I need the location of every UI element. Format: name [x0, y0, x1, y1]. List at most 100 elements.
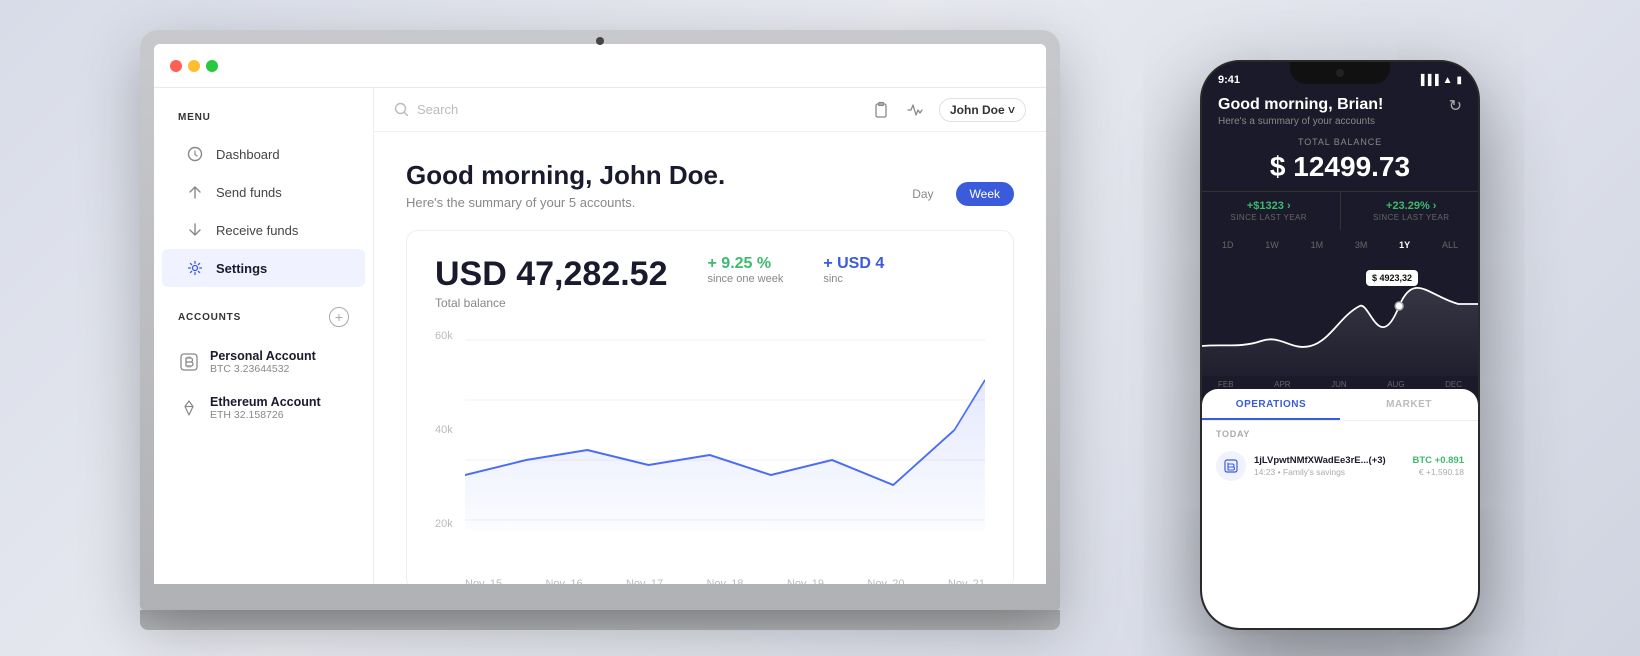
accounts-header: ACCOUNTS + [154, 307, 373, 327]
chart-svg [465, 330, 985, 530]
chart-tab-1d[interactable]: 1D [1218, 238, 1238, 252]
chart-tab-3m[interactable]: 3M [1351, 238, 1372, 252]
laptop-screen: MENU Dashboard [154, 44, 1046, 584]
bitcoin-icon [178, 351, 200, 373]
stat-blue-label: sinc [823, 273, 884, 285]
total-balance-label: TOTAL BALANCE [1218, 137, 1462, 147]
status-time: 9:41 [1218, 74, 1240, 86]
search-bar[interactable]: Search [394, 102, 859, 117]
total-balance-amount: $ 12499.73 [1218, 151, 1462, 183]
sidebar-item-receive-funds[interactable]: Receive funds [162, 211, 365, 249]
x-label-jun: JUN [1331, 380, 1347, 389]
diamond-icon [178, 397, 200, 419]
chart-header: USD 47,282.52 Total balance + 9.25 % sin… [435, 255, 985, 310]
sidebar-item-send-funds[interactable]: Send funds [162, 173, 365, 211]
phone-chart-svg [1202, 256, 1478, 376]
bstat-label-1: SINCE LAST YEAR [1341, 213, 1479, 222]
chart-card: USD 47,282.52 Total balance + 9.25 % sin… [406, 230, 1014, 584]
x-label-3: Nov. 18 [706, 578, 743, 584]
gear-icon [186, 259, 204, 277]
phone-chart-xaxis: FEB APR JUN AUG DEC [1202, 380, 1478, 389]
phone-chart-area: $ 4923,32 [1202, 256, 1478, 376]
period-selector: Day Week [898, 182, 1014, 206]
activity-icon[interactable] [905, 100, 925, 120]
x-label-dec: DEC [1445, 380, 1462, 389]
ethereum-account-sub: ETH 32.158726 [210, 409, 321, 421]
topbar: Search [374, 88, 1046, 132]
balance-stat-0: +$1323 › SINCE LAST YEAR [1202, 192, 1341, 230]
account-item-ethereum[interactable]: Ethereum Account ETH 32.158726 [154, 385, 373, 431]
search-placeholder: Search [417, 102, 458, 117]
today-label: TODAY [1202, 421, 1478, 443]
phone-tab-market[interactable]: MARKET [1340, 389, 1478, 420]
x-label-aug: AUG [1387, 380, 1404, 389]
status-icons: ▐▐▐ ▲ ▮ [1417, 75, 1462, 86]
sidebar-item-dashboard-label: Dashboard [216, 147, 280, 162]
sidebar: MENU Dashboard [154, 88, 374, 584]
arrow-up-icon [186, 183, 204, 201]
tx-sub: 14:23 • Family's savings [1254, 467, 1405, 477]
minimize-button[interactable] [188, 60, 200, 72]
bstat-val-0: +$1323 › [1202, 200, 1340, 212]
x-label-4: Nov. 19 [787, 578, 824, 584]
search-icon [394, 102, 409, 117]
stat-blue-value: + USD 4 [823, 255, 884, 273]
traffic-lights [170, 60, 218, 72]
content-area: Good morning, John Doe. Here's the summa… [374, 132, 1046, 584]
user-menu[interactable]: John Doe ˅ [939, 98, 1026, 122]
battery-icon: ▮ [1456, 75, 1462, 86]
chart-x-labels: Nov. 15 Nov. 16 Nov. 17 Nov. 18 Nov. 19 … [465, 578, 985, 584]
phone-tab-operations[interactable]: OPERATIONS [1202, 389, 1340, 420]
chart-tab-all[interactable]: ALL [1438, 238, 1462, 252]
sidebar-item-settings[interactable]: Settings [162, 249, 365, 287]
balance-label: Total balance [435, 296, 668, 310]
phone-camera [1336, 69, 1344, 77]
chart-y-labels: 60k 40k 20k [435, 330, 453, 530]
close-button[interactable] [170, 60, 182, 72]
sidebar-item-dashboard[interactable]: Dashboard [162, 135, 365, 173]
sidebar-item-receive-label: Receive funds [216, 223, 298, 238]
tx-icon [1216, 451, 1246, 481]
phone-bottom-tabs: OPERATIONS MARKET [1202, 389, 1478, 421]
maximize-button[interactable] [206, 60, 218, 72]
stat-green-value: + 9.25 % [708, 255, 784, 273]
accounts-label: ACCOUNTS [178, 312, 241, 323]
phone-header: Good morning, Brian! Here's a summary of… [1202, 90, 1478, 137]
x-label-0: Nov. 15 [465, 578, 502, 584]
chart-tab-1y[interactable]: 1Y [1395, 238, 1414, 252]
x-label-5: Nov. 20 [867, 578, 904, 584]
menu-label: MENU [154, 112, 373, 123]
chart-tab-1m[interactable]: 1M [1307, 238, 1328, 252]
stat-green-label: since one week [708, 273, 784, 285]
account-item-personal[interactable]: Personal Account BTC 3.23644532 [154, 339, 373, 385]
period-week-button[interactable]: Week [956, 182, 1014, 206]
clock-icon [186, 145, 204, 163]
chart-tab-1w[interactable]: 1W [1261, 238, 1283, 252]
tx-address: 1jLVpwtNMfXWadEe3rE...(+3) [1254, 455, 1405, 466]
phone-balance-section: TOTAL BALANCE $ 12499.73 [1202, 137, 1478, 191]
arrow-down-icon [186, 221, 204, 239]
y-label-20k: 20k [435, 518, 453, 530]
tx-info: 1jLVpwtNMfXWadEe3rE...(+3) 14:23 • Famil… [1254, 455, 1405, 477]
x-label-6: Nov. 21 [948, 578, 985, 584]
transaction-item-0[interactable]: 1jLVpwtNMfXWadEe3rE...(+3) 14:23 • Famil… [1202, 443, 1478, 489]
ethereum-account-name: Ethereum Account [210, 395, 321, 409]
app-titlebar [154, 44, 1046, 88]
bstat-label-0: SINCE LAST YEAR [1202, 213, 1340, 222]
add-account-button[interactable]: + [329, 307, 349, 327]
laptop-base [140, 610, 1060, 630]
personal-account-name: Personal Account [210, 349, 316, 363]
refresh-icon[interactable]: ↻ [1449, 96, 1462, 116]
phone-greeting-sub: Here's a summary of your accounts [1218, 116, 1383, 127]
tx-currency: BTC +0.891 [1413, 455, 1465, 466]
app-body: MENU Dashboard [154, 88, 1046, 584]
clipboard-icon[interactable] [871, 100, 891, 120]
sidebar-item-settings-label: Settings [216, 261, 267, 276]
balance-stats: +$1323 › SINCE LAST YEAR +23.29% › SINCE… [1202, 191, 1478, 230]
period-day-button[interactable]: Day [898, 182, 947, 206]
stat-green: + 9.25 % since one week [708, 255, 784, 285]
phone: 9:41 ▐▐▐ ▲ ▮ Good morning, Brian! Here's… [1200, 60, 1480, 630]
sidebar-item-send-label: Send funds [216, 185, 282, 200]
bstat-val-1: +23.29% › [1341, 200, 1479, 212]
laptop-camera [596, 37, 604, 45]
